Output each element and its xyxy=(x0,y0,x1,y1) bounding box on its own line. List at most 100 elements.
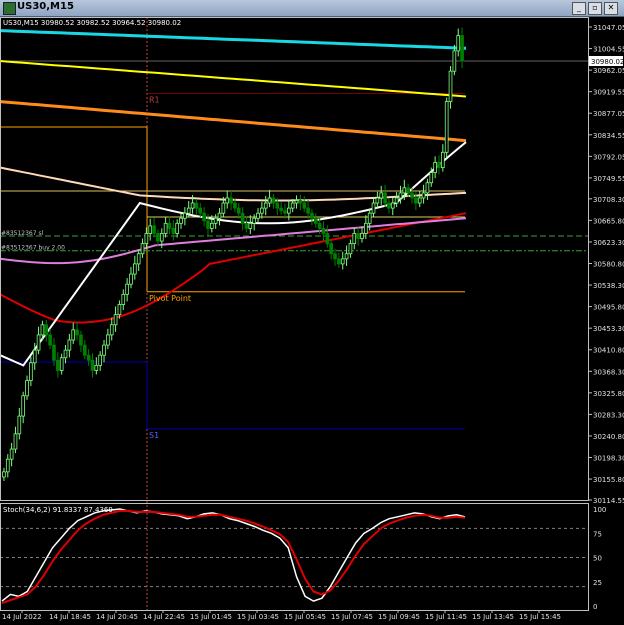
candle-body xyxy=(263,202,268,209)
price-tick-label: 30792.05 xyxy=(593,153,624,161)
candle-body xyxy=(225,197,230,204)
time-tick-label: 14 Jul 18:45 xyxy=(49,613,91,621)
candle-body xyxy=(456,35,461,52)
candle-body xyxy=(317,222,322,229)
candle-body xyxy=(394,197,399,204)
candle-body xyxy=(452,50,457,72)
candle-body xyxy=(136,253,141,265)
price-tick-label: 30580.80 xyxy=(593,261,624,269)
candle-body xyxy=(344,253,349,260)
candle-body xyxy=(286,207,291,214)
candle-body xyxy=(183,212,187,219)
candle-body xyxy=(209,222,214,229)
candle-body xyxy=(421,192,426,199)
candle-body xyxy=(202,212,206,222)
candle-body xyxy=(52,344,56,361)
candle-body xyxy=(333,253,337,260)
price-tick-label: 30325.80 xyxy=(593,390,624,398)
ma-line-5 xyxy=(0,217,467,265)
candle-body xyxy=(40,324,45,336)
ma-line-3 xyxy=(0,166,467,202)
time-tick-label: 15 Jul 11:45 xyxy=(425,613,467,621)
candle-body xyxy=(132,263,137,275)
candle-body xyxy=(437,162,441,168)
candle-body xyxy=(294,200,299,204)
candle-body xyxy=(2,471,6,478)
ma-line-6 xyxy=(0,141,467,367)
price-tick-label: 30877.05 xyxy=(593,110,624,118)
candle-body xyxy=(367,212,372,224)
candle-body xyxy=(159,233,164,242)
order-buy-label: #83512367 buy 2.00 xyxy=(1,245,65,252)
candle-body xyxy=(337,258,341,265)
candle-body xyxy=(356,233,360,239)
candle-body xyxy=(109,324,114,336)
candle-body xyxy=(86,354,91,361)
price-tick-label: 30114.55 xyxy=(593,497,624,505)
candle-body xyxy=(186,207,191,214)
candle-body xyxy=(348,243,353,255)
candle-body xyxy=(329,243,333,255)
candle-body xyxy=(256,212,260,219)
candle-body xyxy=(179,217,183,224)
price-chart-svg[interactable]: 31047.05 31004.55 30962.05 30919.55 30877.05… xyxy=(0,0,624,625)
candle-body xyxy=(414,197,418,204)
candle-body xyxy=(310,212,314,219)
price-tick-label: 30240.80 xyxy=(593,433,624,441)
price-tick-label: 30155.80 xyxy=(593,476,624,484)
candle-body xyxy=(117,304,122,316)
stoch-signal-line xyxy=(1,509,466,605)
candle-body xyxy=(240,212,245,224)
candle-body xyxy=(156,233,160,242)
stoch-tick-label: 25 xyxy=(593,579,602,587)
time-tick-label: 15 Jul 13:45 xyxy=(472,613,514,621)
candle-body xyxy=(279,207,283,212)
candle-body xyxy=(121,293,126,305)
price-tick-label: 30665.80 xyxy=(593,217,624,225)
candle-body xyxy=(398,192,403,199)
candle-body xyxy=(233,202,237,209)
candle-body xyxy=(352,233,357,245)
price-tick-label: 30834.55 xyxy=(593,132,624,140)
candle-body xyxy=(260,207,264,214)
candle-body xyxy=(236,207,241,214)
candle-body xyxy=(71,329,76,341)
candle-body xyxy=(17,415,22,435)
candle-body xyxy=(90,359,95,371)
candle-body xyxy=(32,349,37,364)
price-tick-label: 30368.30 xyxy=(593,368,624,376)
chart-window: US30,M15 _ ▫ ✕ 31047.05 31004.55 30962.05 3… xyxy=(0,0,624,625)
candle-body xyxy=(271,197,276,204)
time-tick-label: 14 Jul 2022 xyxy=(2,613,42,621)
candle-body xyxy=(63,349,68,359)
candle-body xyxy=(113,314,118,326)
time-tick-label: 14 Jul 22:45 xyxy=(143,613,185,621)
stoch-tick-label: 100 xyxy=(593,506,606,514)
ma-line-4 xyxy=(0,212,467,324)
candle-body xyxy=(171,227,176,234)
candle-body xyxy=(252,217,256,224)
time-tick-label: 15 Jul 05:45 xyxy=(284,613,326,621)
candle-body xyxy=(375,197,380,204)
pivot-r1-label: R1 xyxy=(149,95,160,104)
candle-body xyxy=(283,210,287,214)
candle-body xyxy=(56,359,60,371)
candle-body xyxy=(194,202,199,209)
time-tick-label: 15 Jul 03:45 xyxy=(237,613,279,621)
price-tick-label: 30623.30 xyxy=(593,239,624,247)
candle-body xyxy=(306,207,310,214)
candle-body xyxy=(144,233,149,245)
stoch-tick-label: 50 xyxy=(593,555,602,563)
candle-body xyxy=(460,35,464,62)
candle-body xyxy=(410,192,414,199)
candle-body xyxy=(75,329,79,336)
candle-body xyxy=(379,192,384,199)
candle-body xyxy=(440,151,445,168)
candle-body xyxy=(275,202,280,209)
price-tick-label: 30198.30 xyxy=(593,455,624,463)
price-tick-label: 30749.55 xyxy=(593,175,624,183)
candle-body xyxy=(48,334,52,346)
candle-body xyxy=(321,227,326,234)
candle-body xyxy=(229,197,233,204)
candle-body xyxy=(5,458,10,473)
